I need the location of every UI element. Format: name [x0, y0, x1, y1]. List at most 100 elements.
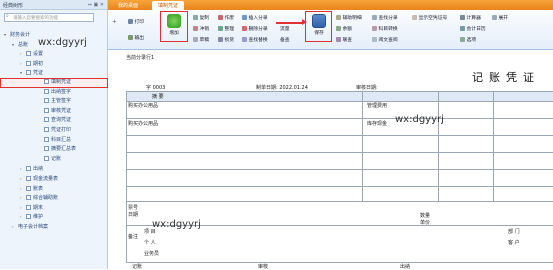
calendar-button[interactable]: 会计日历	[467, 27, 486, 32]
tree-node-icon	[44, 98, 49, 104]
entry-row-2-account[interactable]: 库存现金	[367, 120, 387, 127]
tree-item-label: 财务会计	[10, 32, 31, 38]
tree-node-icon	[44, 107, 49, 113]
tree-node-icon	[44, 117, 49, 123]
entry-row-1-account[interactable]: 管理费用	[367, 102, 387, 109]
navigation-tree: ▾ 财务会计 ▾ 总账 › 设置 › 期初 ▾ 凭证 填制凭证 出纳签字 主管签字 审核凭证 查询凭证 凭证打…	[0, 30, 108, 231]
calculator-icon	[460, 15, 465, 20]
reverse-button[interactable]: 冲销	[200, 27, 210, 32]
doc-review-button[interactable]: 阅文查阅	[379, 38, 398, 43]
tree-item-label: 期初	[33, 60, 44, 67]
options-button[interactable]: 选项	[467, 38, 477, 43]
linked-query-button[interactable]: 联查	[343, 38, 353, 43]
memo-button[interactable]: 备查	[280, 38, 290, 43]
tree-node-icon	[44, 155, 49, 161]
tree-item-3[interactable]: › 期初	[0, 59, 108, 69]
insert-entry-button[interactable]: 插入分录	[249, 16, 268, 21]
tree-item-19[interactable]: › 维护	[0, 212, 108, 222]
department-label[interactable]: 部 门	[508, 228, 520, 235]
tree-item-6[interactable]: 出纳签字	[0, 88, 108, 98]
tree-node-icon	[26, 195, 31, 201]
tree-item-14[interactable]: › 出纳	[0, 164, 108, 174]
draft-button[interactable]: 草稿	[200, 38, 210, 43]
tree-item-label: 现金流量表	[33, 175, 59, 182]
damage-button[interactable]: 损货	[225, 38, 235, 43]
customer-label[interactable]: 客 户	[508, 239, 520, 246]
sidebar-title: 经典树形	[3, 3, 24, 9]
sidebar-title-bar: 经典树形 ⇔ ▣ ✕	[0, 0, 107, 10]
options-icon	[460, 37, 465, 42]
aux-detail-button[interactable]: 辅助明细	[343, 16, 362, 21]
tree-item-label: 期末	[33, 204, 44, 211]
copy-icon	[193, 15, 198, 20]
calculator-button[interactable]: 计算器	[467, 16, 481, 21]
tree-item-10[interactable]: 凭证打印	[0, 126, 108, 136]
tree-item-11[interactable]: 科目汇总	[0, 136, 108, 146]
tree-item-9[interactable]: 查询凭证	[0, 116, 108, 126]
watermark-3: wx:dgyyrj	[152, 219, 201, 230]
tree-node-icon	[26, 166, 31, 172]
account-convert-button[interactable]: 科目转换	[379, 27, 398, 32]
voucher-number[interactable]: 字 0003	[146, 84, 165, 91]
voucher-area: 当前分录行1 记账凭证 字 0003 制单日期: 2022.01.24 审核日期…	[38, 37, 553, 270]
output-button[interactable]: 输出	[128, 34, 144, 41]
balance-button[interactable]: 余额	[343, 27, 353, 32]
tree-node-icon	[26, 204, 31, 210]
entry-row-2-summary[interactable]: 购买办公用品	[128, 120, 158, 127]
tree-item-8[interactable]: 审核凭证	[0, 107, 108, 117]
remark-label: 备注	[128, 234, 139, 240]
search-input[interactable]: 请输入您要搜索的功能	[4, 13, 94, 22]
print-button[interactable]: 打印	[128, 18, 144, 25]
void-button[interactable]: 作废	[225, 16, 235, 21]
more-button[interactable]: ＋	[112, 18, 117, 25]
ticket-date-label: 日期	[128, 212, 139, 218]
tree-item-18[interactable]: › 期末	[0, 203, 108, 213]
toolbar-ribbon: ＋ 打印 输出 增加 复制 冲销 草稿 作废 整理 损货 插入分录 删除分录 查…	[108, 10, 553, 50]
entry-row-1-summary[interactable]: 购买办公用品	[128, 102, 158, 109]
tab-my-desktop[interactable]: 我的桌面	[112, 1, 144, 10]
voucher-date[interactable]: 制单日期: 2022.01.24	[256, 84, 308, 91]
cashflow-button[interactable]: 流量	[280, 27, 290, 32]
tree-item-label: 填制凭证	[51, 78, 72, 85]
copy-button[interactable]: 复制	[200, 16, 210, 21]
tab-voucher-entry[interactable]: 填制凭证	[152, 1, 185, 10]
tree-item-label: 出纳	[33, 166, 44, 173]
watermark-1: wx:dgyyrj	[38, 37, 87, 48]
delete-entry-button[interactable]: 删除分录	[249, 27, 268, 32]
organize-button[interactable]: 整理	[225, 27, 235, 32]
tree-item-16[interactable]: › 账表	[0, 184, 108, 194]
sidebar-window-icons[interactable]: ⇔ ▣ ✕	[88, 2, 104, 8]
quantity-label: 数量	[420, 213, 431, 219]
tree-node-icon	[26, 185, 31, 191]
tree-item-17[interactable]: › 综合辅助账	[0, 193, 108, 203]
save-highlight-box	[305, 11, 332, 42]
tree-item-20[interactable]: › 电子会计档案	[0, 222, 108, 232]
tree-item-4[interactable]: ▾ 凭证	[0, 68, 108, 78]
tree-node-icon	[44, 136, 49, 142]
find-replace-button[interactable]: 查找替换	[249, 38, 268, 43]
search-icon: ⌕	[6, 13, 9, 19]
expand-button[interactable]: 展开	[499, 16, 509, 21]
tree-item-label: 电子会计档案	[18, 223, 49, 230]
show-empty-number-button[interactable]: 显示空凭证号	[419, 16, 448, 21]
calendar-icon	[460, 26, 465, 31]
find-entry-button[interactable]: 查找分录	[379, 16, 398, 21]
audit-date: 审核日期:	[356, 85, 378, 91]
tree-item-15[interactable]: › 现金流量表	[0, 174, 108, 184]
tree-item-12[interactable]: 摘要汇总表	[0, 145, 108, 155]
tree-item-5[interactable]: 填制凭证	[0, 77, 108, 88]
red-arrow	[276, 22, 304, 24]
tree-item-label: 设置	[33, 51, 44, 58]
tree-item-label: 凭证	[33, 70, 44, 77]
remark-person[interactable]: 个 人	[144, 239, 156, 246]
add-highlight-box	[160, 11, 188, 42]
tab-bar: 我的桌面 填制凭证	[108, 0, 553, 10]
summary-header: 摘 要	[152, 94, 164, 100]
printer-icon	[128, 19, 133, 24]
remark-salesman[interactable]: 业务员	[144, 250, 159, 257]
tree-item-7[interactable]: 主管签字	[0, 97, 108, 107]
tree-item-label: 综合辅助账	[33, 195, 59, 202]
tree-node-icon	[26, 51, 31, 57]
tree-item-13[interactable]: 记账	[0, 155, 108, 165]
tree-item-2[interactable]: › 设置	[0, 49, 108, 59]
